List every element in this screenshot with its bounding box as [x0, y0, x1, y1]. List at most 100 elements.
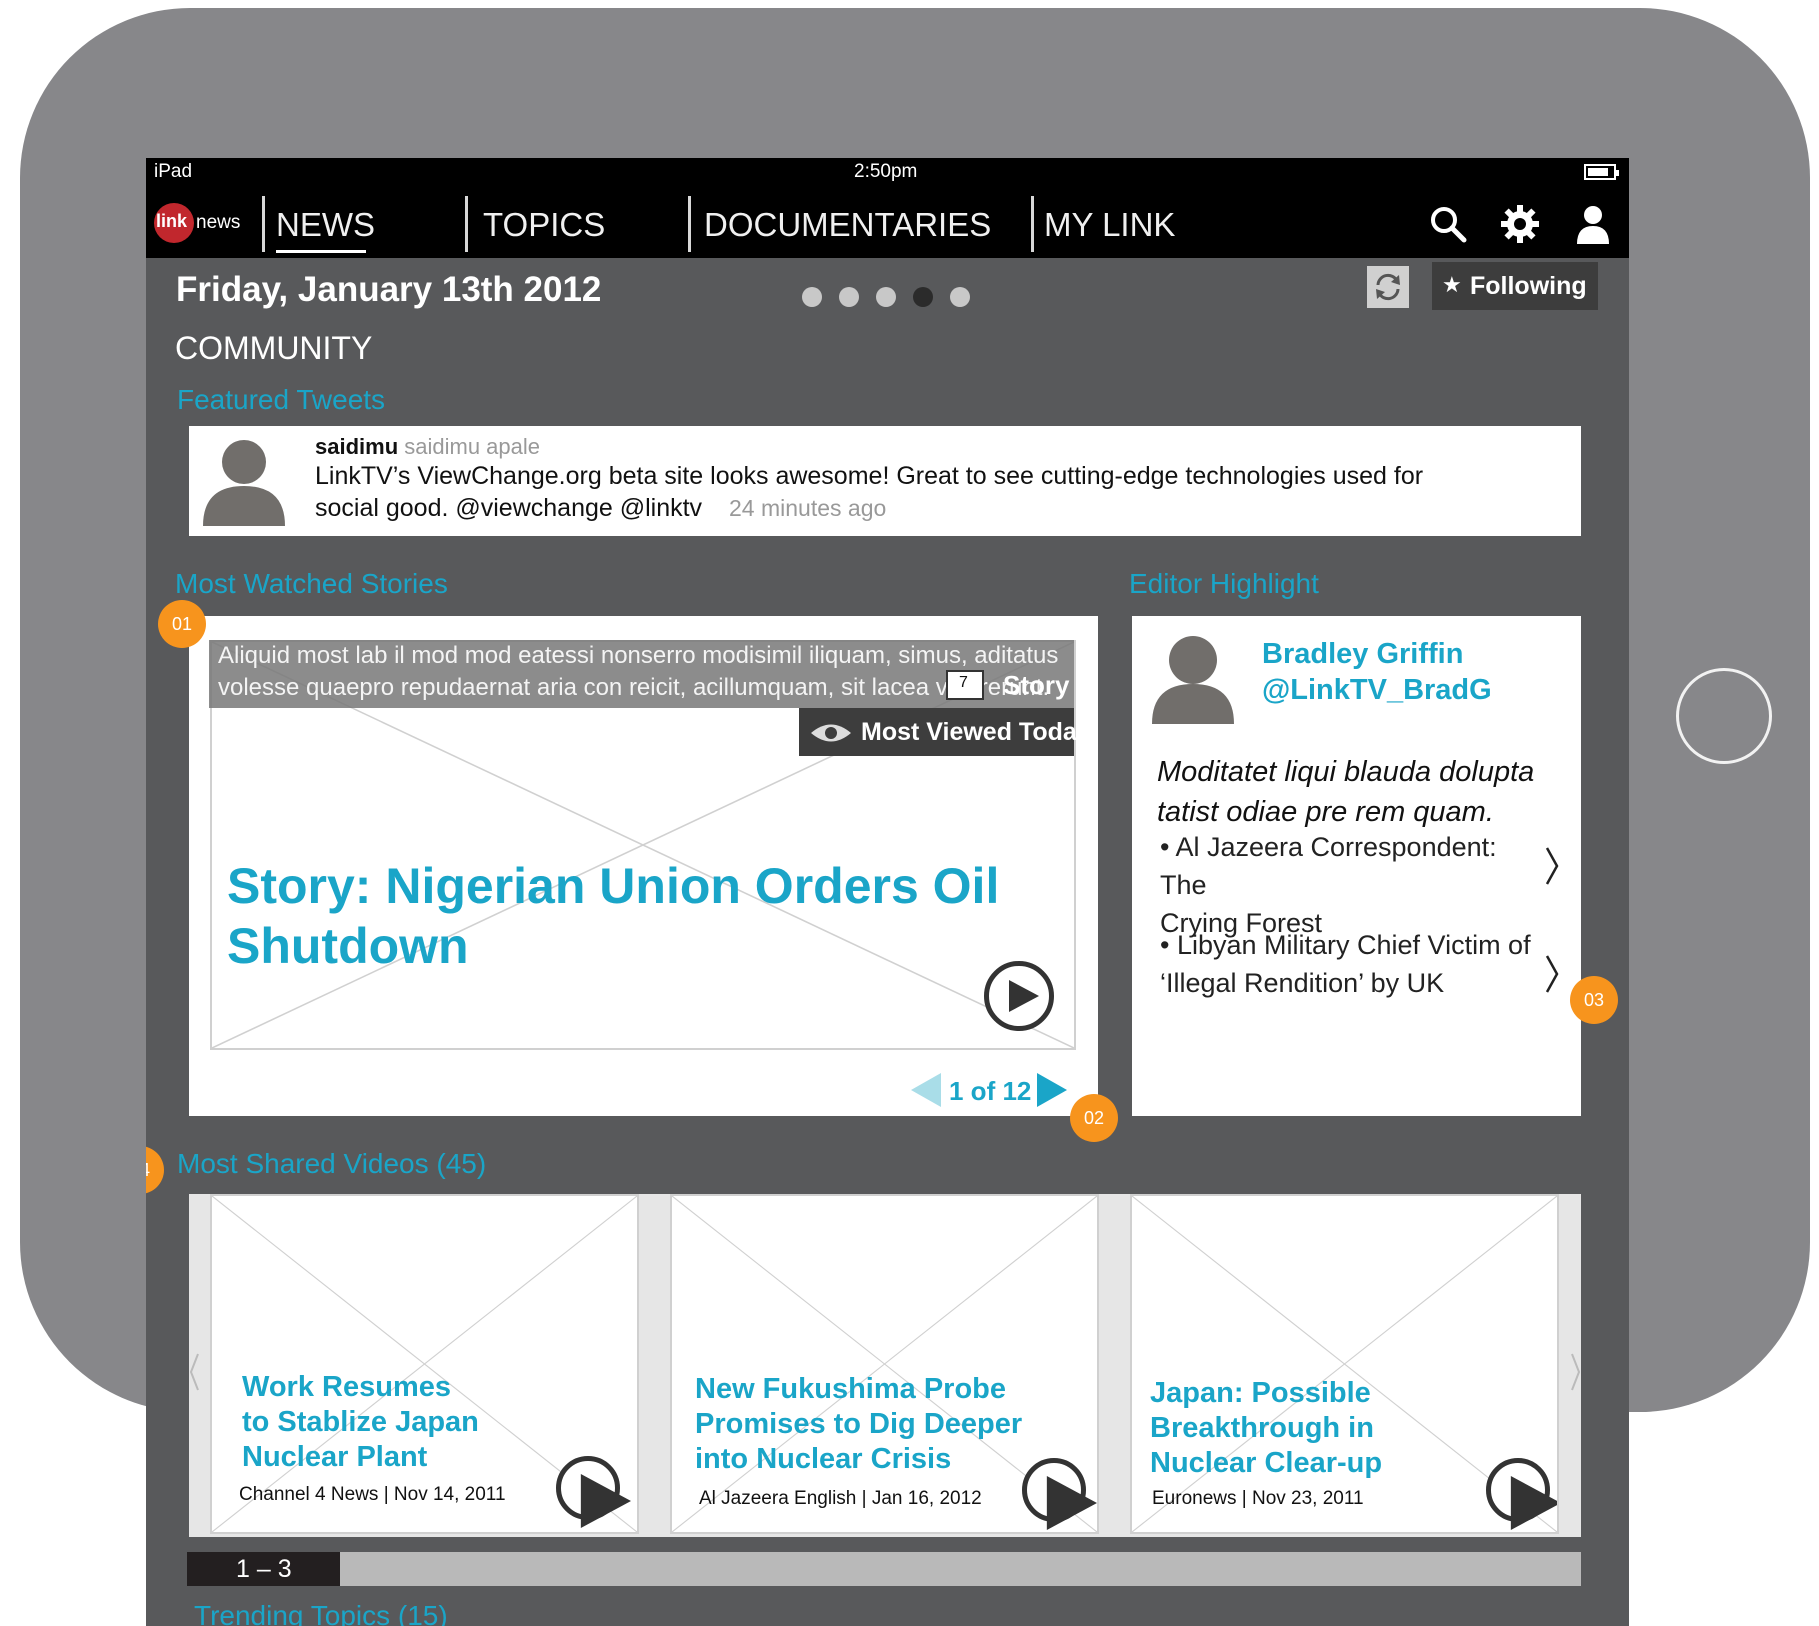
video-title: Work Resumes to Stablize Japan Nuclear P…	[242, 1370, 479, 1475]
video-title-line: into Nuclear Crisis	[695, 1443, 952, 1475]
page-dot[interactable]	[839, 287, 859, 307]
video-carousel: Work Resumes to Stablize Japan Nuclear P…	[189, 1194, 1581, 1537]
clock: 2:50pm	[854, 161, 918, 182]
editor-highlight-title: Editor Highlight	[1129, 568, 1319, 599]
video-title-line: New Fukushima Probe	[695, 1373, 1007, 1405]
carousel-scrollbar[interactable]: 1 – 3	[187, 1552, 1581, 1586]
page-dot[interactable]	[802, 287, 822, 307]
pager-prev-icon[interactable]	[911, 1073, 941, 1107]
video-title-line: Promises to Dig Deeper	[695, 1408, 1023, 1440]
editor-quote: Moditatet liqui blauda dolupta tatist od…	[1157, 752, 1534, 832]
tweet-card[interactable]: saidimu saidimu apale LinkTV’s ViewChang…	[189, 426, 1581, 536]
date-heading: Friday, January 13th 2012	[176, 270, 602, 309]
most-shared-title: Most Shared Videos (45)	[177, 1148, 487, 1179]
video-title: New Fukushima Probe Promises to Dig Deep…	[695, 1372, 1022, 1477]
chevron-right-icon[interactable]	[1544, 954, 1560, 994]
editor-list-item[interactable]: • Libyan Military Chief Victim of ‘Illeg…	[1160, 926, 1540, 1002]
tab-my-link[interactable]: MY LINK	[1044, 206, 1175, 244]
search-icon[interactable]	[1428, 204, 1468, 244]
battery-icon	[1584, 164, 1619, 180]
story-caption: Aliquid most lab il mod mod eatessi nons…	[218, 642, 1059, 669]
tab-documentaries[interactable]: DOCUMENTARIES	[704, 206, 991, 244]
editor-highlight-card: Bradley Griffin @LinkTV_BradG Moditatet …	[1132, 616, 1581, 1116]
logo-icon: link	[154, 203, 194, 243]
play-icon	[1046, 1476, 1097, 1530]
nav-divider	[1031, 196, 1034, 252]
page-dot-active[interactable]	[913, 287, 933, 307]
story-caption: volesse quaepro repudaernat aria con rei…	[218, 674, 1050, 701]
editor-list-item-line: ‘Illegal Rendition’ by UK	[1160, 968, 1445, 998]
carousel-next-icon[interactable]	[1571, 1352, 1581, 1392]
video-title: Japan: Possible Breakthrough in Nuclear …	[1150, 1376, 1382, 1481]
story-caption-bar: Aliquid most lab il mod mod eatessi nons…	[209, 640, 1074, 708]
story-count: 7	[959, 674, 968, 691]
video-title-line: Japan: Possible	[1150, 1377, 1371, 1409]
story-title-line: Story: Nigerian Union Orders Oil	[227, 858, 1000, 914]
editor-name: Bradley Griffin	[1262, 638, 1464, 670]
carousel-prev-icon[interactable]	[189, 1352, 199, 1392]
chevron-right-icon[interactable]	[1544, 846, 1560, 886]
video-title-line: Breakthrough in	[1150, 1412, 1374, 1444]
editor-name-block[interactable]: Bradley Griffin @LinkTV_BradG	[1262, 636, 1492, 708]
annotation-badge: 02	[1070, 1094, 1118, 1142]
editor-list-item-line: • Al Jazeera Correspondent: The	[1160, 832, 1497, 900]
video-meta: Euronews | Nov 23, 2011	[1152, 1488, 1364, 1509]
nav-divider	[465, 196, 468, 252]
editor-quote-line: Moditatet liqui blauda dolupta	[1157, 756, 1535, 788]
video-card[interactable]: Japan: Possible Breakthrough in Nuclear …	[1130, 1194, 1559, 1534]
play-icon	[580, 1474, 631, 1528]
video-title-line: to Stablize Japan	[242, 1406, 479, 1438]
tweet-text: LinkTV’s ViewChange.org beta site looks …	[315, 462, 1424, 490]
tab-active-underline	[276, 250, 366, 253]
video-card[interactable]: New Fukushima Probe Promises to Dig Deep…	[670, 1194, 1099, 1534]
pager-next-icon[interactable]	[1037, 1073, 1067, 1107]
refresh-button[interactable]	[1367, 266, 1409, 308]
story-title-line: Shutdown	[227, 918, 469, 974]
carousel-scroll-thumb[interactable]: 1 – 3	[187, 1552, 341, 1586]
section-title: COMMUNITY	[175, 330, 373, 366]
play-button[interactable]	[1022, 1458, 1097, 1530]
tweet-text: social good. @viewchange @linktv	[315, 494, 703, 522]
video-card[interactable]: Work Resumes to Stablize Japan Nuclear P…	[210, 1194, 639, 1534]
editor-list-item-line: • Libyan Military Chief Victim of	[1160, 930, 1531, 960]
video-title-line: Nuclear Plant	[242, 1441, 428, 1473]
play-button[interactable]	[984, 961, 1054, 1031]
gear-icon[interactable]	[1500, 204, 1540, 244]
page-dot[interactable]	[950, 287, 970, 307]
nav-divider	[262, 196, 265, 252]
story-label: Story	[1003, 670, 1070, 700]
tweet-user[interactable]: saidimu	[315, 434, 398, 459]
trending-topics-title: Trending Topics (15)	[194, 1600, 448, 1626]
eye-icon	[811, 724, 851, 742]
video-meta: Channel 4 News | Nov 14, 2011	[239, 1484, 506, 1505]
play-button[interactable]	[1486, 1458, 1557, 1530]
editor-quote-line: tatist odiae pre rem quam.	[1157, 796, 1494, 828]
following-button[interactable]: ★ Following	[1432, 262, 1598, 310]
nav-bar: link news NEWS TOPICS DOCUMENTARIES MY L…	[146, 188, 1629, 258]
play-icon	[1009, 980, 1039, 1012]
story-title[interactable]: Story: Nigerian Union Orders Oil Shutdow…	[227, 856, 999, 976]
nav-divider	[688, 196, 691, 252]
most-viewed-label: Most Viewed Today	[861, 718, 1091, 746]
annotation-badge: 03	[1570, 976, 1618, 1024]
tweet-handle[interactable]: saidimu apale	[404, 434, 540, 459]
carousel-range: 1 – 3	[236, 1555, 292, 1583]
annotation-badge: 04	[146, 1146, 164, 1194]
video-title-line: Nuclear Clear-up	[1150, 1447, 1383, 1479]
tab-topics[interactable]: TOPICS	[483, 206, 605, 244]
user-icon[interactable]	[1574, 204, 1612, 244]
avatar	[1152, 636, 1234, 724]
refresh-icon	[1376, 273, 1400, 301]
home-button[interactable]	[1676, 668, 1772, 764]
video-title-line: Work Resumes	[242, 1371, 451, 1403]
tab-news[interactable]: NEWS	[276, 206, 375, 244]
editor-list-item[interactable]: • Al Jazeera Correspondent: The Crying F…	[1160, 828, 1540, 942]
logo-text: news	[196, 212, 241, 233]
device-label: iPad	[154, 161, 193, 182]
tweet-time: 24 minutes ago	[729, 495, 887, 521]
most-watched-title: Most Watched Stories	[175, 568, 448, 599]
play-icon	[1510, 1476, 1557, 1530]
most-viewed-badge: Most Viewed Today	[799, 708, 1091, 756]
page-dot[interactable]	[876, 287, 896, 307]
play-button[interactable]	[556, 1456, 631, 1528]
